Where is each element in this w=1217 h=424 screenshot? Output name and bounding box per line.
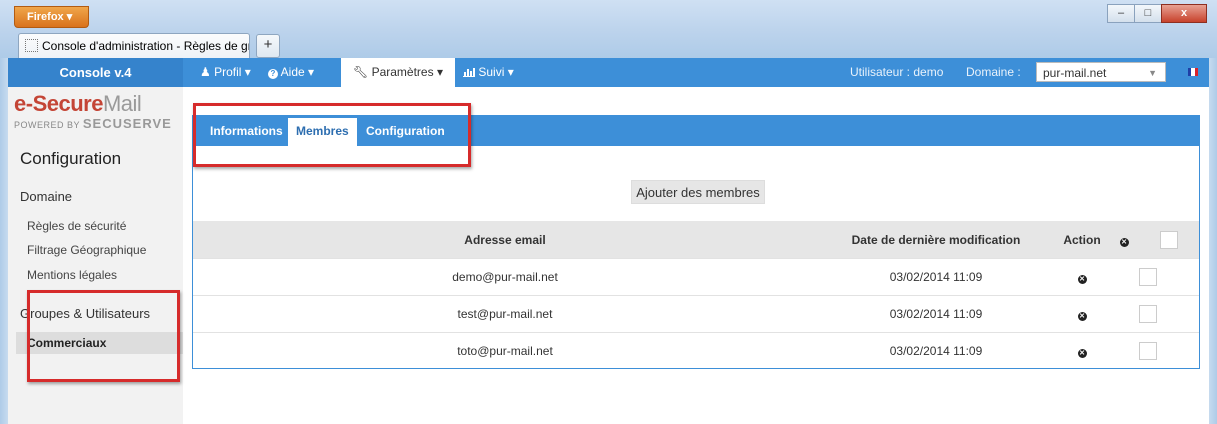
row-email: test@pur-mail.net	[193, 295, 817, 333]
sidebar-section-domaine[interactable]: Domaine	[20, 189, 72, 204]
domain-select[interactable]: pur-mail.net ▼	[1036, 62, 1166, 82]
table-row: demo@pur-mail.net 03/02/2014 11:09 ✕	[193, 258, 1199, 296]
table-row: test@pur-mail.net 03/02/2014 11:09 ✕	[193, 295, 1199, 333]
panel-tabs: Informations Membres Configuration	[193, 116, 1199, 146]
french-flag-icon[interactable]	[1188, 68, 1198, 76]
table-row: toto@pur-mail.net 03/02/2014 11:09 ✕	[193, 332, 1199, 369]
maximize-button[interactable]: □	[1134, 4, 1162, 23]
minimize-button[interactable]: –	[1107, 4, 1135, 23]
row-email: demo@pur-mail.net	[193, 258, 817, 296]
wrench-icon: 🔧︎	[353, 65, 369, 79]
header-action: Action	[1055, 221, 1109, 259]
nav-profil-label: Profil	[214, 65, 242, 79]
sidebar: e-SecureMail POWERED BY SECUSERVE Config…	[8, 87, 183, 424]
row-date: 03/02/2014 11:09	[817, 332, 1055, 369]
firefox-menu-button[interactable]: Firefox ▾	[14, 6, 90, 28]
row-checkbox[interactable]	[1139, 305, 1157, 323]
current-user: Utilisateur : demo	[850, 65, 944, 79]
sidebar-item-regles[interactable]: Règles de sécurité	[27, 219, 126, 233]
nav-parametres-label: Paramètres	[371, 65, 434, 79]
bar-chart-icon	[463, 59, 475, 88]
nav-suivi[interactable]: Suivi ▾	[463, 58, 514, 87]
delete-icon[interactable]: ✕	[1077, 275, 1087, 284]
nav-aide-label: Aide	[280, 65, 305, 79]
delete-icon[interactable]: ✕	[1077, 349, 1087, 358]
window-border-left	[0, 58, 8, 424]
sidebar-item-filtrage[interactable]: Filtrage Géographique	[27, 243, 146, 257]
top-navbar: Console v.4 ♟ Profil ▾ ? Aide ▾ 🔧︎ Param…	[8, 58, 1209, 87]
delete-all-icon[interactable]: ✕	[1119, 237, 1129, 247]
members-table: Adresse email Date de dernière modificat…	[193, 221, 1199, 369]
nav-profil[interactable]: ♟ Profil ▾	[200, 58, 251, 87]
nav-parametres[interactable]: 🔧︎ Paramètres ▾	[341, 58, 455, 87]
row-checkbox[interactable]	[1139, 342, 1157, 360]
row-email: toto@pur-mail.net	[193, 332, 817, 369]
browser-chrome: Firefox ▾ – □ x Console d'administration…	[0, 0, 1217, 58]
window-controls: – □ x	[1107, 4, 1207, 23]
group-panel: Informations Membres Configuration Ajout…	[192, 115, 1200, 369]
header-email: Adresse email	[193, 221, 817, 259]
delete-icon[interactable]: ✕	[1077, 312, 1087, 321]
new-tab-button[interactable]: +	[256, 34, 280, 58]
row-date: 03/02/2014 11:09	[817, 258, 1055, 296]
sidebar-item-mentions[interactable]: Mentions légales	[27, 268, 117, 282]
tab-title: Console d'administration - Règles de gr.…	[42, 39, 250, 53]
table-header-row: Adresse email Date de dernière modificat…	[193, 221, 1199, 259]
select-all-checkbox[interactable]	[1160, 230, 1178, 249]
sidebar-item-commerciaux-label: Commerciaux	[27, 336, 107, 350]
row-checkbox[interactable]	[1139, 268, 1157, 286]
tab-informations[interactable]: Informations	[202, 116, 291, 146]
nav-suivi-label: Suivi	[478, 65, 505, 79]
domain-select-value: pur-mail.net	[1043, 66, 1107, 80]
nav-aide[interactable]: ? Aide ▾	[268, 58, 314, 87]
tab-membres[interactable]: Membres	[288, 118, 357, 146]
sidebar-section-groupes[interactable]: Groupes & Utilisateurs	[20, 306, 150, 321]
browser-tab[interactable]: Console d'administration - Règles de gr.…	[18, 33, 250, 58]
row-date: 03/02/2014 11:09	[817, 295, 1055, 333]
question-icon: ?	[268, 69, 278, 79]
header-date: Date de dernière modification	[817, 221, 1055, 259]
window-border-right	[1209, 58, 1217, 424]
user-icon: ♟	[200, 65, 211, 79]
brand[interactable]: Console v.4	[8, 58, 183, 87]
esecuremail-logo: e-SecureMail POWERED BY SECUSERVE	[14, 91, 172, 132]
chevron-down-icon: ▼	[1148, 68, 1157, 78]
close-window-button[interactable]: x	[1161, 4, 1207, 23]
domain-label: Domaine :	[966, 65, 1021, 79]
add-members-button[interactable]: Ajouter des membres	[631, 180, 765, 204]
sidebar-item-commerciaux[interactable]: Commerciaux	[16, 332, 183, 354]
tab-configuration[interactable]: Configuration	[358, 116, 453, 146]
sidebar-title: Configuration	[20, 149, 122, 168]
favicon-icon	[25, 39, 38, 52]
